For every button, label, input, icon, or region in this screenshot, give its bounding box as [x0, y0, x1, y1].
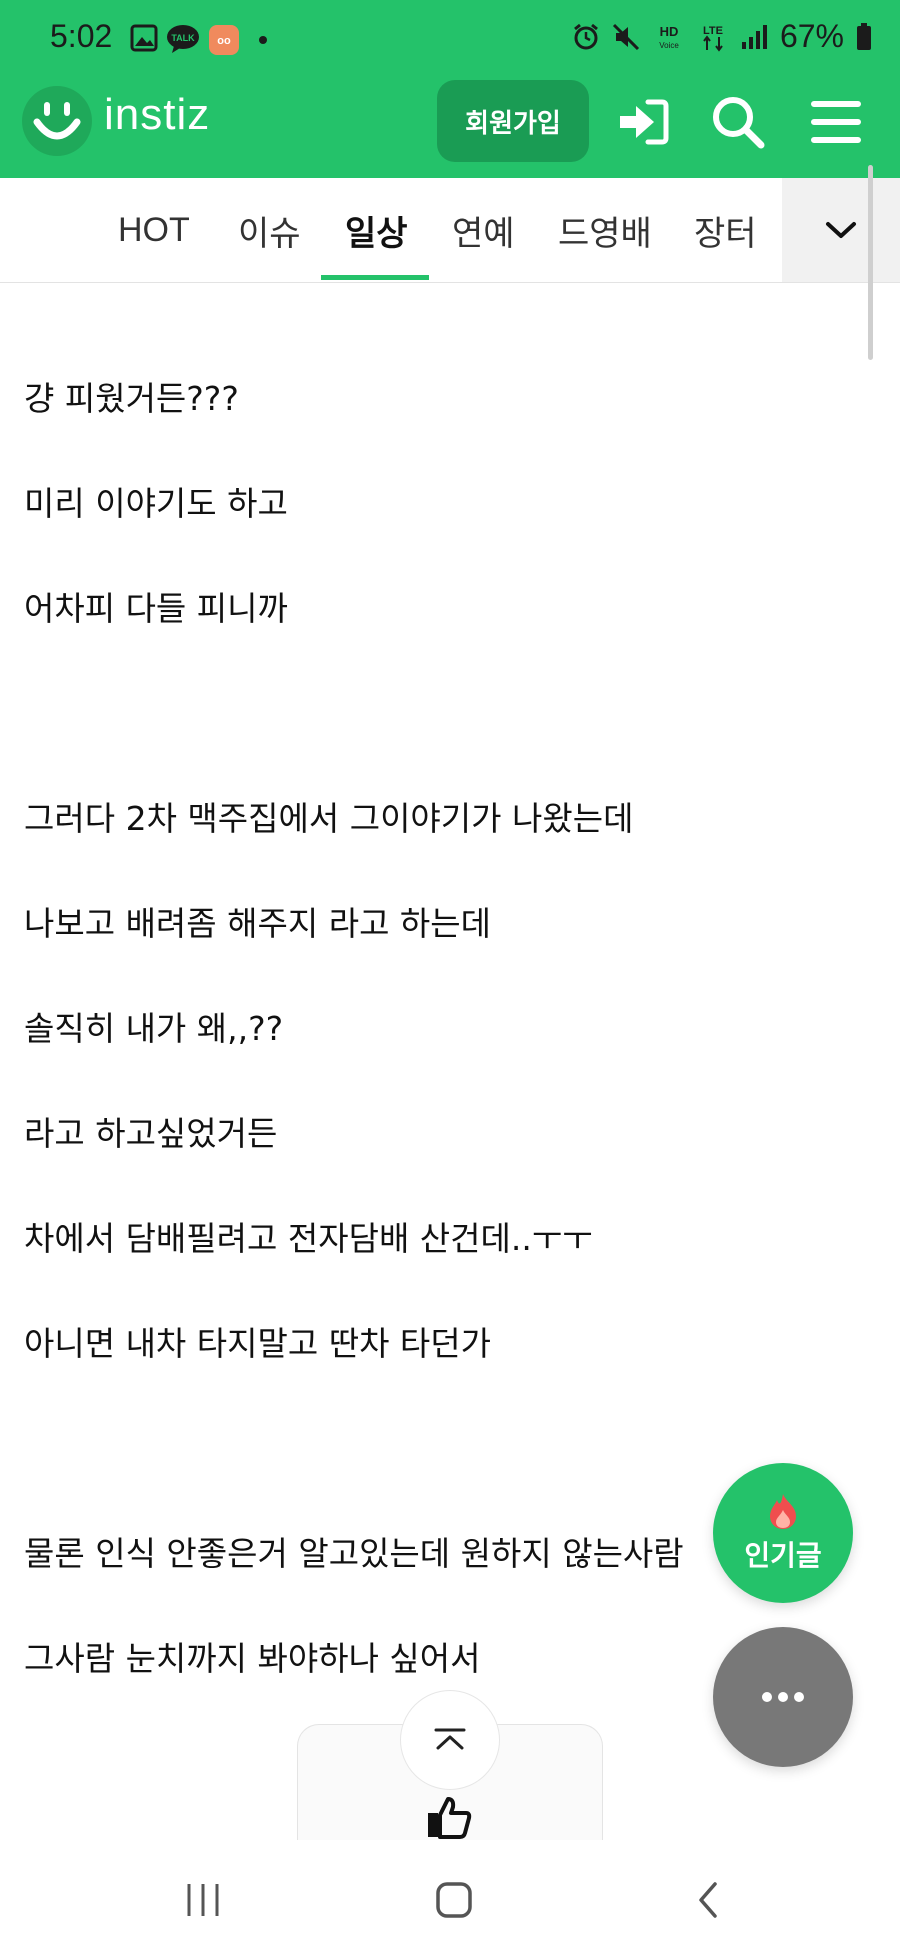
search-icon[interactable] [708, 92, 768, 152]
svg-text:oo: oo [217, 35, 231, 47]
lte-icon: LTE [703, 25, 723, 52]
thumbs-up-icon[interactable] [426, 1795, 472, 1839]
tab-entertainment[interactable]: 연예 [452, 178, 515, 282]
post-line: 솔직히 내가 왜,,?? [24, 1009, 284, 1048]
mute-icon [612, 23, 640, 50]
fire-icon [770, 1494, 796, 1529]
tab-drama-movie[interactable]: 드영배 [558, 178, 652, 282]
hd-voice-icon: HD Voice [659, 24, 679, 50]
post-line: 어차피 다들 피니까 [24, 589, 288, 628]
logo-text[interactable]: instiz [104, 90, 210, 140]
tab-market[interactable]: 장터 [694, 178, 757, 282]
more-dots-icon [762, 1692, 804, 1702]
kakaotalk-icon: TALK [167, 25, 199, 53]
post-line: 걍 피웠거든??? [24, 379, 239, 418]
recent-apps-button[interactable] [173, 1870, 233, 1930]
smile-logo-icon [23, 87, 91, 155]
svg-text:Voice: Voice [659, 41, 679, 50]
login-icon[interactable] [614, 92, 674, 152]
post-line: 그러다 2차 맥주집에서 그이야기가 나왔는데 [24, 799, 634, 838]
status-time: 5:02 [50, 18, 113, 54]
post-line: 라고 하고싶었거든 [24, 1114, 278, 1153]
tab-hot[interactable]: HOT [118, 178, 190, 282]
post-line: 물론 인식 안좋은거 알고있는데 원하지 않는사람 [24, 1534, 684, 1573]
status-right: HD Voice LTE 67% [572, 18, 872, 55]
alarm-icon [574, 23, 598, 49]
signal-icon [741, 24, 767, 49]
back-button[interactable] [678, 1870, 738, 1930]
gallery-icon [130, 24, 158, 52]
post-line: 미리 이야기도 하고 [24, 484, 288, 523]
system-nav-bar [0, 1840, 900, 1950]
tab-issue[interactable]: 이슈 [238, 178, 301, 282]
tab-daily[interactable]: 일상 [345, 178, 408, 282]
back-icon [699, 1882, 717, 1918]
signup-button[interactable]: 회원가입 [437, 80, 589, 162]
popular-posts-button[interactable]: 인기글 [713, 1463, 853, 1603]
svg-text:HD: HD [660, 24, 679, 39]
scroll-to-top-button[interactable] [400, 1690, 500, 1790]
scrollbar[interactable] [868, 165, 873, 360]
home-button[interactable] [424, 1870, 484, 1930]
active-tab-indicator [321, 275, 429, 280]
popular-posts-label: 인기글 [744, 1539, 822, 1572]
svg-text:TALK: TALK [171, 33, 195, 43]
home-icon [436, 1882, 472, 1918]
app-top-bar: 5:02 TALK oo HD Voice LTE 67% instiz 회원가… [0, 0, 900, 178]
svg-text:LTE: LTE [703, 25, 723, 37]
dot-icon [259, 36, 267, 44]
more-options-button[interactable] [713, 1627, 853, 1767]
tabs-expand-button[interactable] [782, 178, 900, 282]
status-bar: 5:02 TALK oo HD Voice LTE 67% [0, 0, 900, 80]
instiz-logo[interactable] [22, 86, 92, 156]
menu-icon[interactable] [806, 92, 866, 152]
app-notification-icon: oo [209, 25, 239, 55]
post-line: 차에서 담배필려고 전자담배 산건데..ㅜㅜ [24, 1219, 593, 1258]
app-header: instiz 회원가입 [0, 80, 900, 178]
battery-icon [857, 22, 871, 50]
chevron-up-icon [434, 1728, 466, 1750]
recent-apps-icon [187, 1884, 219, 1916]
post-line: 아니면 내차 타지말고 딴차 타던가 [24, 1324, 491, 1363]
battery-percent: 67% [779, 18, 844, 54]
post-line: 나보고 배려좀 해주지 라고 하는데 [24, 904, 491, 943]
category-tabs: HOT 이슈 일상 연예 드영배 장터 [0, 178, 900, 283]
post-line: 그사람 눈치까지 봐야하나 싶어서 [24, 1639, 481, 1678]
chevron-down-icon [826, 222, 856, 238]
